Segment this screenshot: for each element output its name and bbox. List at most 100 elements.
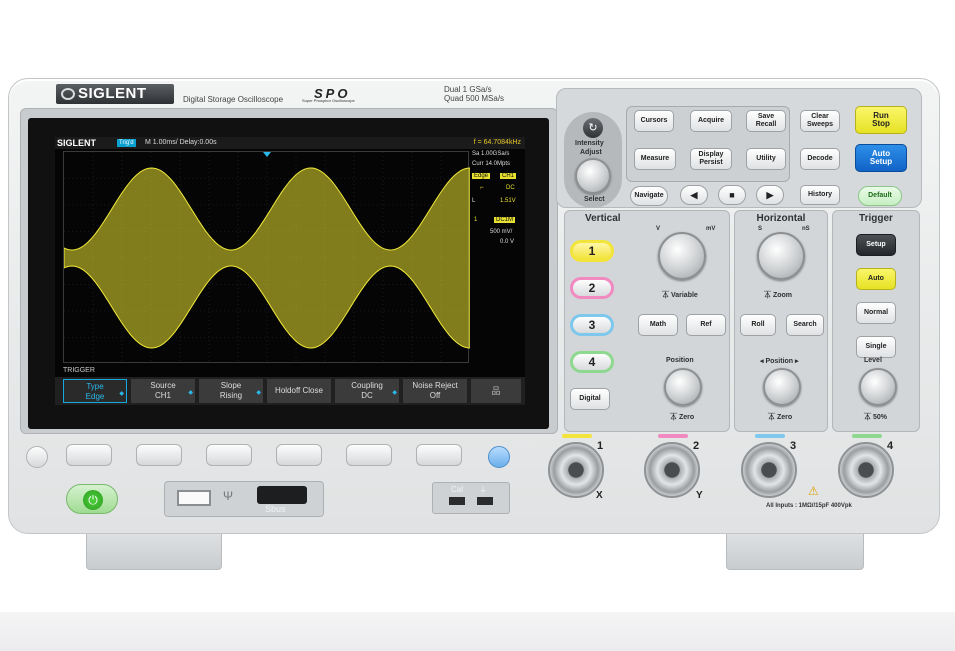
menu-on-off-button[interactable] bbox=[26, 446, 48, 468]
trig-coupling: DC bbox=[506, 185, 515, 191]
softkey-label: Type bbox=[86, 382, 104, 391]
trigger-auto-button[interactable]: Auto bbox=[856, 268, 896, 290]
softkey-label: Noise Reject bbox=[412, 381, 458, 390]
softkey-button-3[interactable] bbox=[206, 444, 252, 466]
sbus-port[interactable] bbox=[257, 486, 307, 504]
power-button[interactable]: ⏻ bbox=[66, 484, 118, 514]
horizontal-position-knob[interactable] bbox=[763, 368, 801, 406]
digital-button[interactable]: Digital bbox=[570, 388, 610, 410]
floor bbox=[0, 612, 955, 651]
softkey-button-1[interactable] bbox=[66, 444, 112, 466]
sbus-label: Sbus bbox=[265, 504, 286, 514]
channel-2-button[interactable]: 2 bbox=[570, 277, 614, 299]
softkey-source[interactable]: Source CH1 ◆ bbox=[131, 379, 195, 403]
search-button[interactable]: Search bbox=[786, 314, 824, 336]
utility-button[interactable]: Utility bbox=[746, 148, 786, 170]
softkey-slope[interactable]: Slope Rising ◆ bbox=[199, 379, 263, 403]
zero-text: Zero bbox=[776, 414, 793, 421]
clear-sweeps-button[interactable]: Clear Sweeps bbox=[800, 110, 840, 132]
trigger-setup-button[interactable]: Setup bbox=[856, 234, 896, 256]
trig-level-prefix: L bbox=[472, 198, 476, 204]
softkey-type[interactable]: Type Edge ◆ bbox=[63, 379, 127, 403]
intensity-label: Intensity bbox=[575, 140, 604, 147]
decode-button[interactable]: Decode bbox=[800, 148, 840, 170]
trigger-single-button[interactable]: Single bbox=[856, 336, 896, 358]
softkey-button-5[interactable] bbox=[346, 444, 392, 466]
vertical-scale-knob[interactable] bbox=[658, 232, 706, 280]
auto-setup-button[interactable]: Auto Setup bbox=[855, 144, 907, 172]
frequency-readout: f = 64.7084kHz bbox=[473, 139, 521, 146]
rate-quad: Quad 500 MSa/s bbox=[444, 94, 505, 103]
ch2-bnc-input[interactable] bbox=[644, 442, 700, 498]
acquire-button[interactable]: Acquire bbox=[690, 110, 732, 132]
ch1-num: 1 bbox=[474, 217, 478, 223]
horizontal-zero-label: ⏄ Zero bbox=[768, 414, 793, 421]
channel-4-button[interactable]: 4 bbox=[570, 351, 614, 373]
math-button[interactable]: Math bbox=[638, 314, 678, 336]
btn-line1: Clear bbox=[811, 113, 829, 120]
measure-button[interactable]: Measure bbox=[634, 148, 676, 170]
ch3-bnc-input[interactable] bbox=[741, 442, 797, 498]
memory-depth: Curr 14.0Mpts bbox=[472, 161, 511, 167]
sample-rates: Dual 1 GSa/s Quad 500 MSa/s bbox=[444, 85, 504, 103]
default-button[interactable]: Default bbox=[858, 186, 902, 206]
softkey-label: Holdoff Close bbox=[275, 386, 323, 395]
softkey-indicator-icon: ◆ bbox=[256, 390, 261, 396]
x-input-label: X bbox=[596, 490, 603, 501]
navigate-stop-button[interactable]: ■ bbox=[718, 185, 746, 205]
btn-line2: Sweeps bbox=[806, 121, 834, 128]
zoom-text: Zoom bbox=[772, 292, 793, 299]
warning-icon: ⚠ bbox=[808, 484, 819, 498]
siglent-logo: SIGLENT bbox=[56, 84, 174, 104]
softkey-coupling[interactable]: Coupling DC ◆ bbox=[335, 379, 399, 403]
volts-unit-label: V bbox=[656, 226, 661, 232]
intensity-adjust-button[interactable]: ↻ bbox=[583, 118, 603, 138]
trigger-level-knob[interactable] bbox=[859, 368, 897, 406]
fifty-percent-label: ⏄ 50% bbox=[864, 414, 887, 421]
ch1-color-bar bbox=[562, 434, 592, 438]
print-button[interactable] bbox=[488, 446, 510, 468]
history-button[interactable]: History bbox=[800, 185, 840, 205]
navigate-back-button[interactable]: ◀ bbox=[680, 185, 708, 205]
ch4-bnc-input[interactable] bbox=[838, 442, 894, 498]
ch1-coupling: DC1M bbox=[494, 217, 516, 223]
vertical-title: Vertical bbox=[585, 213, 621, 224]
btn-line1: Display bbox=[698, 151, 724, 158]
cal-terminal[interactable] bbox=[449, 497, 465, 505]
trigger-normal-button[interactable]: Normal bbox=[856, 302, 896, 324]
run-stop-button[interactable]: Run Stop bbox=[855, 106, 907, 134]
navigate-button[interactable]: Navigate bbox=[630, 186, 668, 206]
ground-terminal[interactable] bbox=[477, 497, 493, 505]
ref-button[interactable]: Ref bbox=[686, 314, 726, 336]
network-icon: 品 bbox=[491, 386, 501, 396]
sample-rate: Sa 1.00GSa/s bbox=[472, 151, 510, 157]
display-persist-button[interactable]: Display Persist bbox=[690, 148, 732, 170]
horizontal-scale-knob[interactable] bbox=[757, 232, 805, 280]
softmenu-title: TRIGGER bbox=[63, 367, 95, 374]
save-recall-button[interactable]: Save Recall bbox=[746, 110, 786, 132]
softkey-button-2[interactable] bbox=[136, 444, 182, 466]
usb-host-port[interactable] bbox=[177, 490, 211, 506]
universal-knob[interactable] bbox=[575, 158, 611, 194]
softkey-button-4[interactable] bbox=[276, 444, 322, 466]
fifty-text: 50% bbox=[872, 414, 887, 421]
softkey-button-6[interactable] bbox=[416, 444, 462, 466]
cursors-button[interactable]: Cursors bbox=[634, 110, 674, 132]
vertical-position-knob[interactable] bbox=[664, 368, 702, 406]
timebase-readout: M 1.00ms/ Delay:0.00s bbox=[145, 139, 217, 146]
roll-button[interactable]: Roll bbox=[740, 314, 776, 336]
trig-level: 1.51V bbox=[500, 198, 516, 204]
softkey-noise-reject[interactable]: Noise Reject Off bbox=[403, 379, 467, 403]
btn-line2: Recall bbox=[755, 121, 777, 128]
channel-3-button[interactable]: 3 bbox=[570, 314, 614, 336]
btn-line1: Save bbox=[757, 113, 775, 120]
front-io-panel: Ψ Sbus bbox=[164, 481, 324, 517]
channel-1-button[interactable]: 1 bbox=[570, 240, 614, 262]
waveform-grid[interactable] bbox=[63, 151, 471, 364]
softkey-network[interactable]: 品 bbox=[471, 379, 521, 403]
oscilloscope-screen[interactable]: SIGLENT Trig'd M 1.00ms/ Delay:0.00s f =… bbox=[55, 137, 525, 405]
softkey-holdoff[interactable]: Holdoff Close bbox=[267, 379, 331, 403]
trig-state-badge: Trig'd bbox=[117, 139, 136, 147]
ch4-color-bar bbox=[852, 434, 882, 438]
navigate-forward-button[interactable]: ▶ bbox=[756, 185, 784, 205]
